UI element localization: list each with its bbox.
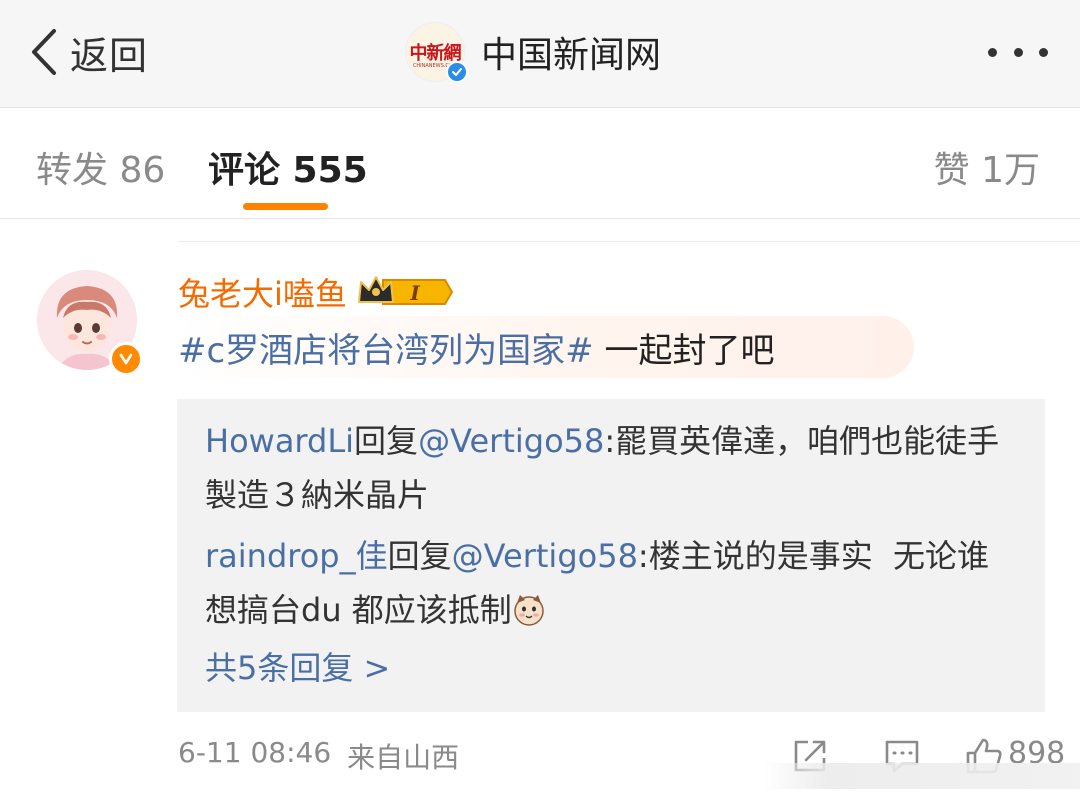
vip-level: I [409, 281, 420, 305]
reply-user[interactable]: HowardLi [205, 422, 354, 460]
comment-body: #c罗酒店将台湾列为国家# 一起封了吧 [172, 316, 914, 378]
account-title[interactable]: 中新網 CHINANEWS.COM 中国新闻网 [405, 20, 661, 84]
reply-user[interactable]: raindrop_佳 [205, 537, 388, 575]
watermark-overlay [764, 763, 1080, 789]
more-options-icon[interactable] [988, 38, 1048, 66]
chevron-left-icon [32, 29, 56, 75]
top-navbar: 返回 中新網 CHINANEWS.COM 中国新闻网 [0, 0, 1080, 108]
vip-crown-icon[interactable]: I [357, 274, 453, 310]
back-button[interactable]: 返回 [28, 24, 148, 80]
cat-emoji-icon [514, 595, 544, 626]
comment-author: 兔老大i嗑鱼 I [178, 270, 453, 314]
reply-item: raindrop_佳回复@Vertigo58:楼主说的是事实 无论谁想搞台du … [205, 529, 1015, 637]
reply-mention[interactable]: @Vertigo58 [418, 422, 604, 460]
username[interactable]: 兔老大i嗑鱼 [178, 269, 347, 315]
reply-thread[interactable]: HowardLi回复@Vertigo58:罷買英偉達，咱們也能徒手製造３納米晶片… [177, 399, 1045, 712]
verified-icon [109, 342, 143, 376]
source-location: 来自山西 [347, 741, 460, 774]
page-title: 中国新闻网 [481, 35, 662, 76]
tab-like[interactable]: 赞 1万 [934, 141, 1040, 193]
back-label: 返回 [70, 33, 149, 78]
reply-word: 回复 [354, 422, 419, 460]
account-logo: 中新網 CHINANEWS.COM [405, 22, 468, 83]
divider [178, 241, 1080, 242]
reply-item: HowardLi回复@Vertigo58:罷買英偉達，咱們也能徒手製造３納米晶片 [205, 414, 1015, 522]
comment-meta: 6-11 08:46 来自山西 [178, 736, 459, 776]
tab-comment[interactable]: 评论 555 [208, 141, 368, 193]
hashtag-link[interactable]: #c罗酒店将台湾列为国家# [178, 323, 594, 372]
active-tab-indicator [243, 203, 328, 210]
comment-text: 一起封了吧 [593, 330, 775, 371]
tab-bar: 转发 86 评论 555 赞 1万 [0, 109, 1080, 219]
view-more-replies-link[interactable]: 共5条回复 > [205, 643, 390, 689]
verified-icon [446, 61, 468, 83]
reply-word: 回复 [387, 537, 452, 575]
reply-mention[interactable]: @Vertigo58 [452, 537, 638, 575]
tab-repost[interactable]: 转发 86 [36, 141, 165, 193]
timestamp: 6-11 08:46 [178, 736, 332, 769]
